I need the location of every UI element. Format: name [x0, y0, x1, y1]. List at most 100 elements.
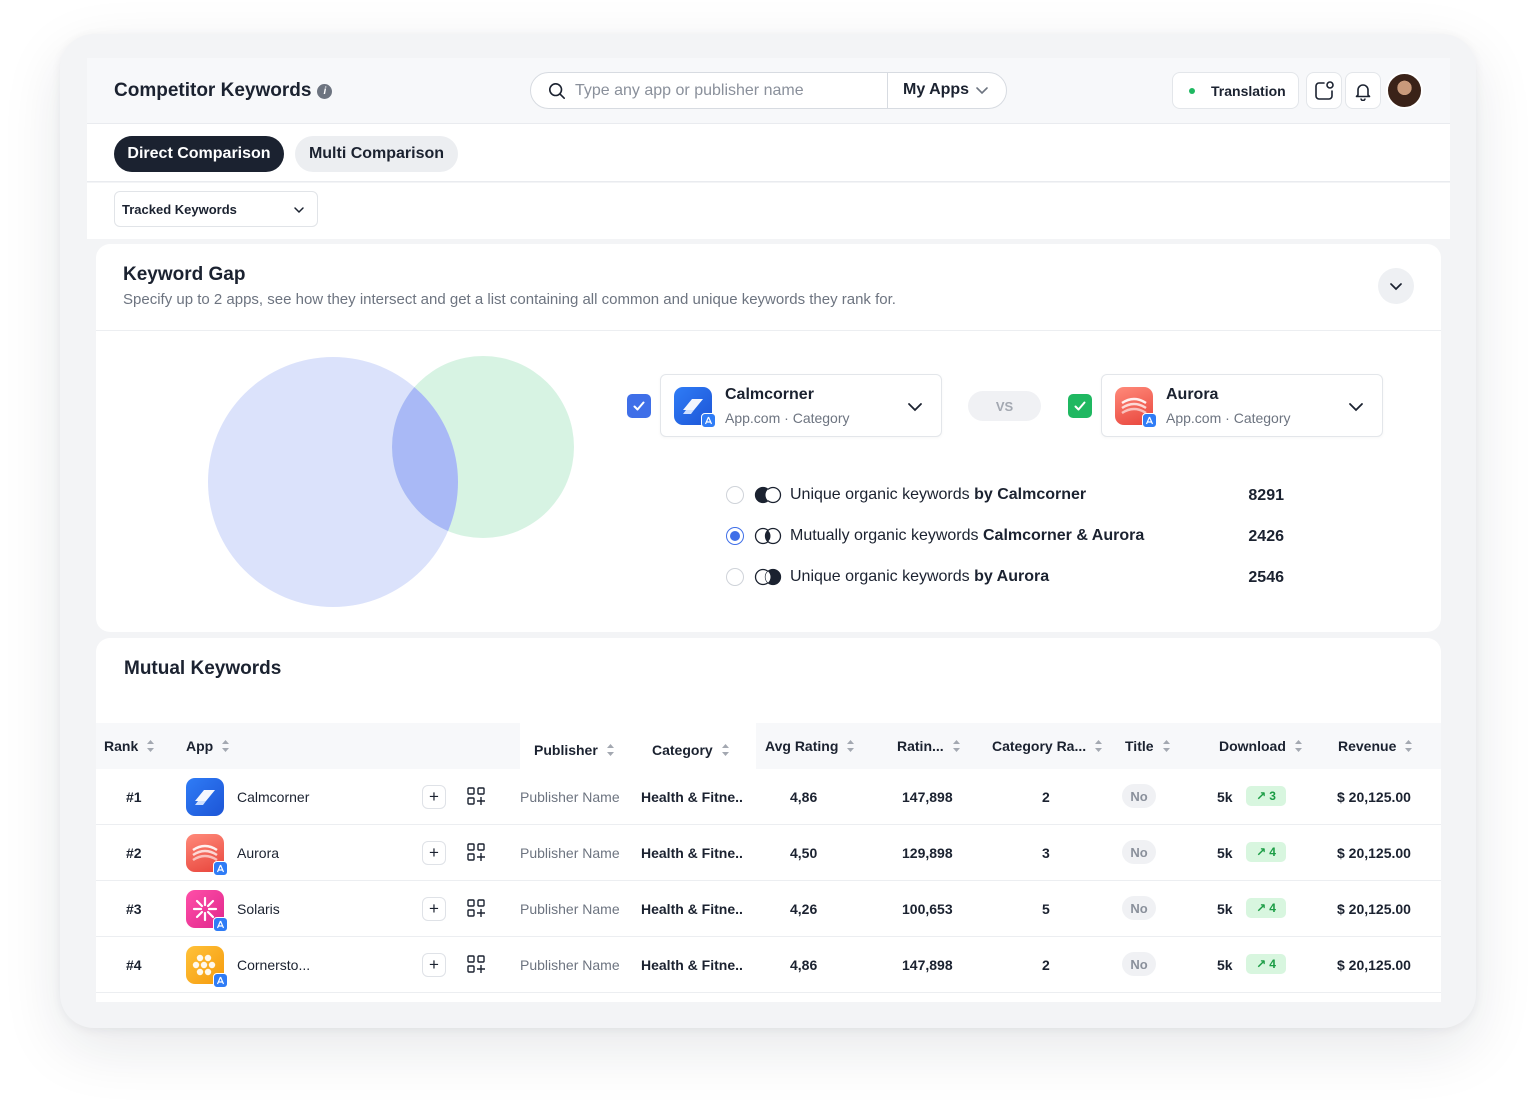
- cell-category-rank: 2: [1042, 957, 1050, 973]
- add-button[interactable]: +: [422, 841, 446, 865]
- mutual-keywords-title: Mutual Keywords: [124, 658, 282, 679]
- trend-badge: ↗ 4: [1246, 898, 1286, 918]
- keyword-set-dropdown[interactable]: Tracked Keywords: [114, 191, 318, 227]
- column-header-rank[interactable]: Rank: [104, 738, 155, 754]
- check-icon: [633, 401, 645, 411]
- tab-direct-comparison[interactable]: Direct Comparison: [114, 136, 284, 172]
- add-to-group-icon[interactable]: [466, 898, 486, 918]
- column-header-app[interactable]: App: [186, 738, 230, 754]
- translation-button[interactable]: Translation: [1172, 72, 1299, 109]
- my-apps-dropdown[interactable]: My Apps: [903, 81, 989, 99]
- column-header-ratings[interactable]: Ratin...: [897, 738, 961, 754]
- info-icon[interactable]: i: [317, 83, 333, 99]
- cell-ratings: 129,898: [902, 845, 953, 861]
- title-badge: No: [1122, 840, 1156, 864]
- trend-value: 4: [1269, 957, 1276, 971]
- keyword-count-unique-a: 8291: [1248, 487, 1284, 504]
- cell-category: Health & Fitne..: [641, 901, 743, 917]
- check-icon: [1074, 401, 1086, 411]
- column-header-category[interactable]: Category: [652, 742, 730, 758]
- cell-ratings: 100,653: [902, 901, 953, 917]
- add-button[interactable]: +: [422, 953, 446, 977]
- add-to-group-icon[interactable]: [466, 786, 486, 806]
- title-badge: No: [1122, 896, 1156, 920]
- table-row[interactable]: #4 Cornersto... + Publisher Name Health …: [96, 937, 1441, 993]
- app-a-checkbox[interactable]: [627, 394, 651, 418]
- add-button[interactable]: +: [422, 897, 446, 921]
- sort-icon: [1162, 740, 1170, 752]
- radio-unique-a[interactable]: [726, 486, 744, 504]
- cell-avg-rating: 4,26: [790, 901, 818, 917]
- column-label: Category Ra...: [992, 738, 1087, 754]
- app-b-name: Aurora: [1166, 386, 1219, 403]
- tab-multi-comparison[interactable]: Multi Comparison: [295, 136, 458, 172]
- sort-icon: [606, 744, 614, 756]
- chevron-down-icon: [908, 403, 922, 412]
- cell-category-rank: 3: [1042, 845, 1050, 861]
- add-to-group-icon[interactable]: [466, 842, 486, 862]
- cell-download: 5k: [1217, 845, 1233, 861]
- arrow-up-right-icon: ↗: [1256, 957, 1267, 971]
- table-row[interactable]: #3 Solaris + Publisher Name Health & Fit…: [96, 881, 1441, 937]
- my-apps-label: My Apps: [903, 81, 970, 98]
- cell-app-name[interactable]: Calmcorner: [237, 789, 309, 805]
- column-header-title[interactable]: Title: [1125, 738, 1171, 754]
- table-header: Rank App Publisher Category Avg Rating R…: [96, 723, 1441, 773]
- cell-rank: #4: [126, 957, 142, 973]
- collapse-button[interactable]: [1378, 268, 1414, 304]
- sort-icon: [847, 740, 855, 752]
- chevron-down-icon: [1349, 403, 1363, 412]
- column-header-category-rank[interactable]: Category Ra...: [992, 738, 1103, 754]
- user-avatar[interactable]: [1386, 72, 1423, 109]
- radio-mutual[interactable]: [726, 527, 744, 545]
- notifications-button[interactable]: [1345, 72, 1381, 109]
- mutual-keywords-card: Mutual Keywords Rank App Publisher Categ…: [96, 638, 1441, 1002]
- cell-app-name[interactable]: Aurora: [237, 845, 279, 861]
- app-b-selector[interactable]: Aurora App.com · Category: [1101, 374, 1383, 437]
- label-prefix: Unique organic keywords: [790, 486, 970, 503]
- trend-value: 4: [1269, 901, 1276, 915]
- column-header-publisher[interactable]: Publisher: [534, 742, 615, 758]
- table-row[interactable]: #2 Aurora + Publisher Name Health & Fitn…: [96, 825, 1441, 881]
- keyword-option-label: Mutually organic keywords Calmcorner & A…: [790, 527, 1144, 545]
- cell-ratings: 147,898: [902, 957, 953, 973]
- app-b-checkbox[interactable]: [1068, 394, 1092, 418]
- app-store-icon: [213, 917, 228, 932]
- cell-app-name[interactable]: Cornersto...: [237, 957, 310, 973]
- cell-publisher: Publisher Name: [520, 901, 620, 917]
- cell-rank: #3: [126, 901, 142, 917]
- arrow-up-right-icon: ↗: [1256, 845, 1267, 859]
- top-bar: Competitor Keywords i My Apps Translatio…: [87, 58, 1450, 124]
- column-header-avg-rating[interactable]: Avg Rating: [765, 738, 855, 754]
- app-badge-icon: [1315, 80, 1334, 100]
- chevron-down-icon: [1390, 283, 1402, 291]
- cell-avg-rating: 4,86: [790, 957, 818, 973]
- column-header-download[interactable]: Download: [1219, 738, 1303, 754]
- column-label: Ratin...: [897, 738, 944, 754]
- bell-icon: [1355, 83, 1371, 101]
- keyword-option-mutual[interactable]: Mutually organic keywords Calmcorner & A…: [726, 525, 1144, 547]
- column-label: Rank: [104, 738, 139, 754]
- label-prefix: Unique organic keywords: [790, 568, 970, 585]
- keyword-count-mutual: 2426: [1248, 528, 1284, 545]
- filter-row: Tracked Keywords: [87, 183, 1450, 239]
- radio-unique-b[interactable]: [726, 568, 744, 586]
- venn-intersection-icon: [754, 527, 782, 545]
- label-prefix: Mutually organic keywords: [790, 527, 979, 544]
- add-button[interactable]: +: [422, 785, 446, 809]
- search-input[interactable]: [575, 81, 875, 100]
- add-to-group-icon[interactable]: [466, 954, 486, 974]
- vs-label: VS: [968, 391, 1041, 421]
- app-switch-button[interactable]: [1306, 72, 1342, 109]
- column-header-revenue[interactable]: Revenue: [1338, 738, 1413, 754]
- table-row[interactable]: #1 Calmcorner + Publisher Name Health & …: [96, 769, 1441, 825]
- cell-publisher: Publisher Name: [520, 789, 620, 805]
- cell-app-name[interactable]: Solaris: [237, 901, 280, 917]
- search-divider: [887, 73, 888, 108]
- keyword-option-unique-a[interactable]: Unique organic keywords by Calmcorner: [726, 484, 1086, 506]
- cell-category: Health & Fitne..: [641, 845, 743, 861]
- app-a-selector[interactable]: Calmcorner App.com · Category: [660, 374, 942, 437]
- keyword-option-unique-b[interactable]: Unique organic keywords by Aurora: [726, 566, 1049, 588]
- app-store-icon: [1142, 413, 1157, 428]
- comparison-tabs: Direct Comparison Multi Comparison: [87, 124, 1450, 182]
